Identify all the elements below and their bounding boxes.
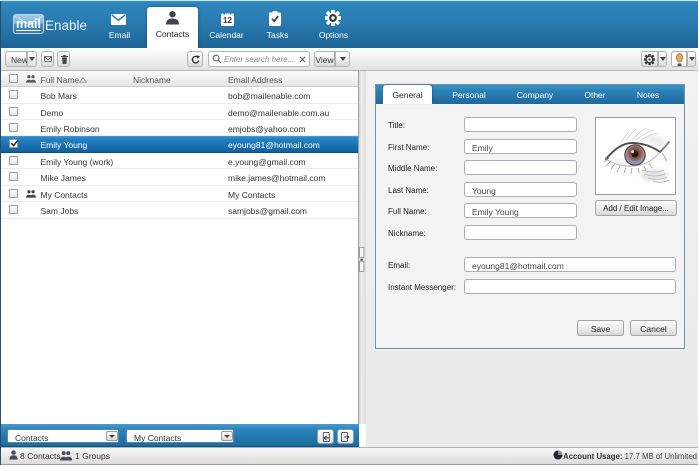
svg-text:12: 12 [223,16,232,25]
